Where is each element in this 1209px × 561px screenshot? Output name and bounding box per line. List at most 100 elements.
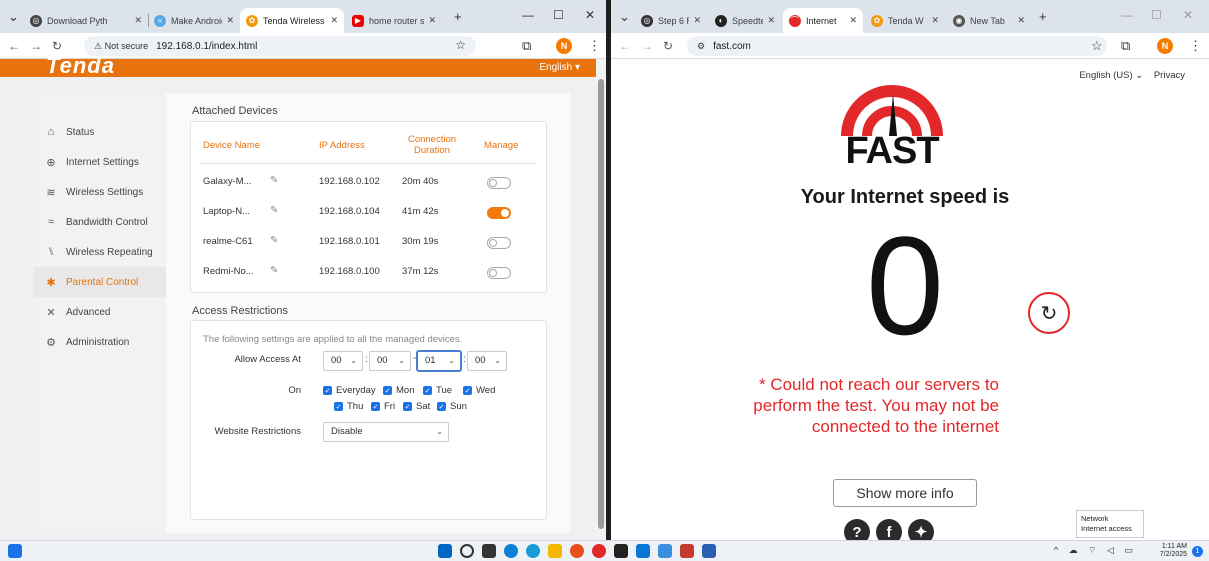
close-icon[interactable]: ✕	[693, 15, 701, 26]
left-omnibox[interactable]: ⚠ Not secure 192.168.0.1/index.html ☆	[84, 36, 476, 56]
new-tab-plus-icon[interactable]: +	[454, 9, 462, 24]
start-minute-select[interactable]: 00 ⌄	[369, 351, 411, 371]
notification-icon[interactable]: 1	[1192, 546, 1203, 557]
day-checkbox-sat[interactable]: ✓ Sat	[403, 401, 430, 412]
extensions-icon[interactable]: ⧉	[522, 38, 531, 54]
day-checkbox-fri[interactable]: ✓ Fri	[371, 401, 395, 412]
file-explorer-icon[interactable]	[548, 544, 562, 558]
sidebar-item-advanced[interactable]: ✕ Advanced	[34, 297, 166, 327]
powerpoint-icon[interactable]	[680, 544, 694, 558]
profile-avatar[interactable]: N	[556, 38, 572, 54]
fast-language-dropdown[interactable]: English (US) ⌄	[1079, 70, 1143, 81]
tab-new-tab[interactable]: ◉ New Tab ✕	[947, 8, 1031, 33]
language-dropdown[interactable]: English ▾	[539, 62, 580, 73]
app-icon[interactable]	[592, 544, 606, 558]
close-icon[interactable]: ✕	[330, 15, 338, 26]
menu-kebab-icon[interactable]: ⋮	[588, 38, 601, 54]
sidebar-item-administration[interactable]: ⚙ Administration	[34, 327, 166, 357]
close-icon[interactable]: ✕	[134, 15, 142, 26]
help-icon[interactable]: ?	[844, 519, 870, 540]
tab-home-router[interactable]: ▶ home router s ✕	[346, 8, 442, 33]
manage-toggle[interactable]	[487, 207, 511, 219]
manage-toggle[interactable]	[487, 177, 511, 189]
reload-icon[interactable]: ↻	[52, 39, 62, 53]
tab-speedtest[interactable]: ◐ Speedte ✕	[709, 8, 781, 33]
search-icon[interactable]	[460, 544, 474, 558]
close-icon[interactable]: ✕	[931, 15, 939, 26]
day-checkbox-thu[interactable]: ✓ Thu	[334, 401, 363, 412]
fast-privacy-link[interactable]: Privacy	[1154, 70, 1185, 81]
tab-download-python[interactable]: ◎ Download Pyth ✕	[24, 8, 148, 33]
sidebar-item-status[interactable]: ⌂ Status	[34, 117, 166, 147]
manage-toggle[interactable]	[487, 267, 511, 279]
close-icon[interactable]: ✕	[226, 15, 234, 26]
clock[interactable]: 1:11 AM 7/2/2025	[1160, 543, 1187, 559]
show-more-info-button[interactable]: Show more info	[833, 479, 977, 507]
forward-icon[interactable]: →	[641, 39, 653, 53]
task-view-icon[interactable]	[482, 544, 496, 558]
tab-make-android[interactable]: « Make Android ✕	[148, 8, 240, 33]
edit-pencil-icon[interactable]: ✎	[270, 235, 278, 246]
minimize-icon[interactable]: —	[522, 8, 534, 22]
twitter-icon[interactable]: ✦	[908, 519, 934, 540]
telegram-icon[interactable]	[526, 544, 540, 558]
minimize-icon[interactable]: —	[1121, 8, 1133, 22]
end-hour-select[interactable]: 01 ⌄	[417, 351, 461, 371]
manage-toggle[interactable]	[487, 237, 511, 249]
terminal-icon[interactable]	[614, 544, 628, 558]
end-minute-select[interactable]: 00 ⌄	[467, 351, 507, 371]
day-checkbox-mon[interactable]: ✓ Mon	[383, 385, 414, 396]
start-hour-select[interactable]: 00 ⌄	[323, 351, 363, 371]
sidebar-item-internet-settings[interactable]: ⊕ Internet Settings	[34, 147, 166, 177]
tab-search-icon[interactable]: ⌄	[619, 9, 630, 25]
tab-step-6[interactable]: ◎ Step 6 R ✕	[635, 8, 707, 33]
website-restrictions-select[interactable]: Disable ⌄	[323, 422, 449, 442]
site-info-icon[interactable]: ⚙	[697, 41, 705, 52]
back-icon[interactable]: ←	[8, 39, 20, 53]
word-icon[interactable]	[702, 544, 716, 558]
maximize-icon[interactable]: ☐	[553, 8, 564, 22]
edit-pencil-icon[interactable]: ✎	[270, 265, 278, 276]
profile-avatar[interactable]: N	[1157, 38, 1173, 54]
close-icon[interactable]: ✕	[767, 15, 775, 26]
right-omnibox[interactable]: ⚙ fast.com	[687, 36, 1107, 56]
day-checkbox-sun[interactable]: ✓ Sun	[437, 401, 467, 412]
new-tab-plus-icon[interactable]: +	[1039, 9, 1047, 24]
java-icon[interactable]	[658, 544, 672, 558]
chrome-icon[interactable]	[570, 544, 584, 558]
sidebar-item-parental-control[interactable]: ✱ Parental Control	[34, 267, 166, 297]
extensions-icon[interactable]: ⧉	[1121, 38, 1130, 54]
sidebar-item-wireless-repeating[interactable]: ⑊ Wireless Repeating	[34, 237, 166, 267]
facebook-icon[interactable]: f	[876, 519, 902, 540]
day-checkbox-everyday[interactable]: ✓ Everyday	[323, 385, 376, 396]
close-icon[interactable]: ✕	[849, 15, 857, 26]
day-checkbox-tue[interactable]: ✓ Tue	[423, 385, 452, 396]
tab-tenda-wireless[interactable]: ✿ Tenda Wireless ✕	[240, 8, 344, 33]
reload-icon[interactable]: ↻	[663, 39, 673, 53]
menu-kebab-icon[interactable]: ⋮	[1189, 38, 1202, 54]
maximize-icon[interactable]: ☐	[1151, 8, 1162, 22]
day-checkbox-wed[interactable]: ✓ Wed	[463, 385, 495, 396]
edit-pencil-icon[interactable]: ✎	[270, 175, 278, 186]
right-page-scrollbar[interactable]	[1199, 59, 1209, 540]
sidebar-item-wireless-settings[interactable]: ≋ Wireless Settings	[34, 177, 166, 207]
close-window-icon[interactable]: ✕	[585, 8, 595, 22]
tab-tenda[interactable]: ✿ Tenda W ✕	[865, 8, 945, 33]
retry-reload-button[interactable]: ↻	[1028, 292, 1070, 334]
widgets-icon[interactable]	[8, 544, 22, 558]
close-icon[interactable]: ✕	[428, 15, 436, 26]
vscode-icon[interactable]	[636, 544, 650, 558]
sidebar-item-bandwidth-control[interactable]: ≈ Bandwidth Control	[34, 207, 166, 237]
bookmark-star-icon[interactable]: ☆	[1091, 38, 1103, 54]
system-tray-icons[interactable]: ^ ☁ ⌔ ◁ ▭	[1054, 545, 1137, 556]
edit-pencil-icon[interactable]: ✎	[270, 205, 278, 216]
forward-icon[interactable]: →	[30, 39, 42, 53]
bookmark-star-icon[interactable]: ☆	[455, 38, 466, 52]
back-icon[interactable]: ←	[619, 39, 631, 53]
tab-search-icon[interactable]: ⌄	[8, 9, 19, 25]
close-window-icon[interactable]: ✕	[1183, 8, 1193, 22]
chat-icon[interactable]	[504, 544, 518, 558]
tab-internet-speed[interactable]: ⌒ Internet ✕	[783, 8, 863, 33]
start-windows-icon[interactable]	[438, 544, 452, 558]
left-page-scrollbar[interactable]	[596, 59, 606, 540]
